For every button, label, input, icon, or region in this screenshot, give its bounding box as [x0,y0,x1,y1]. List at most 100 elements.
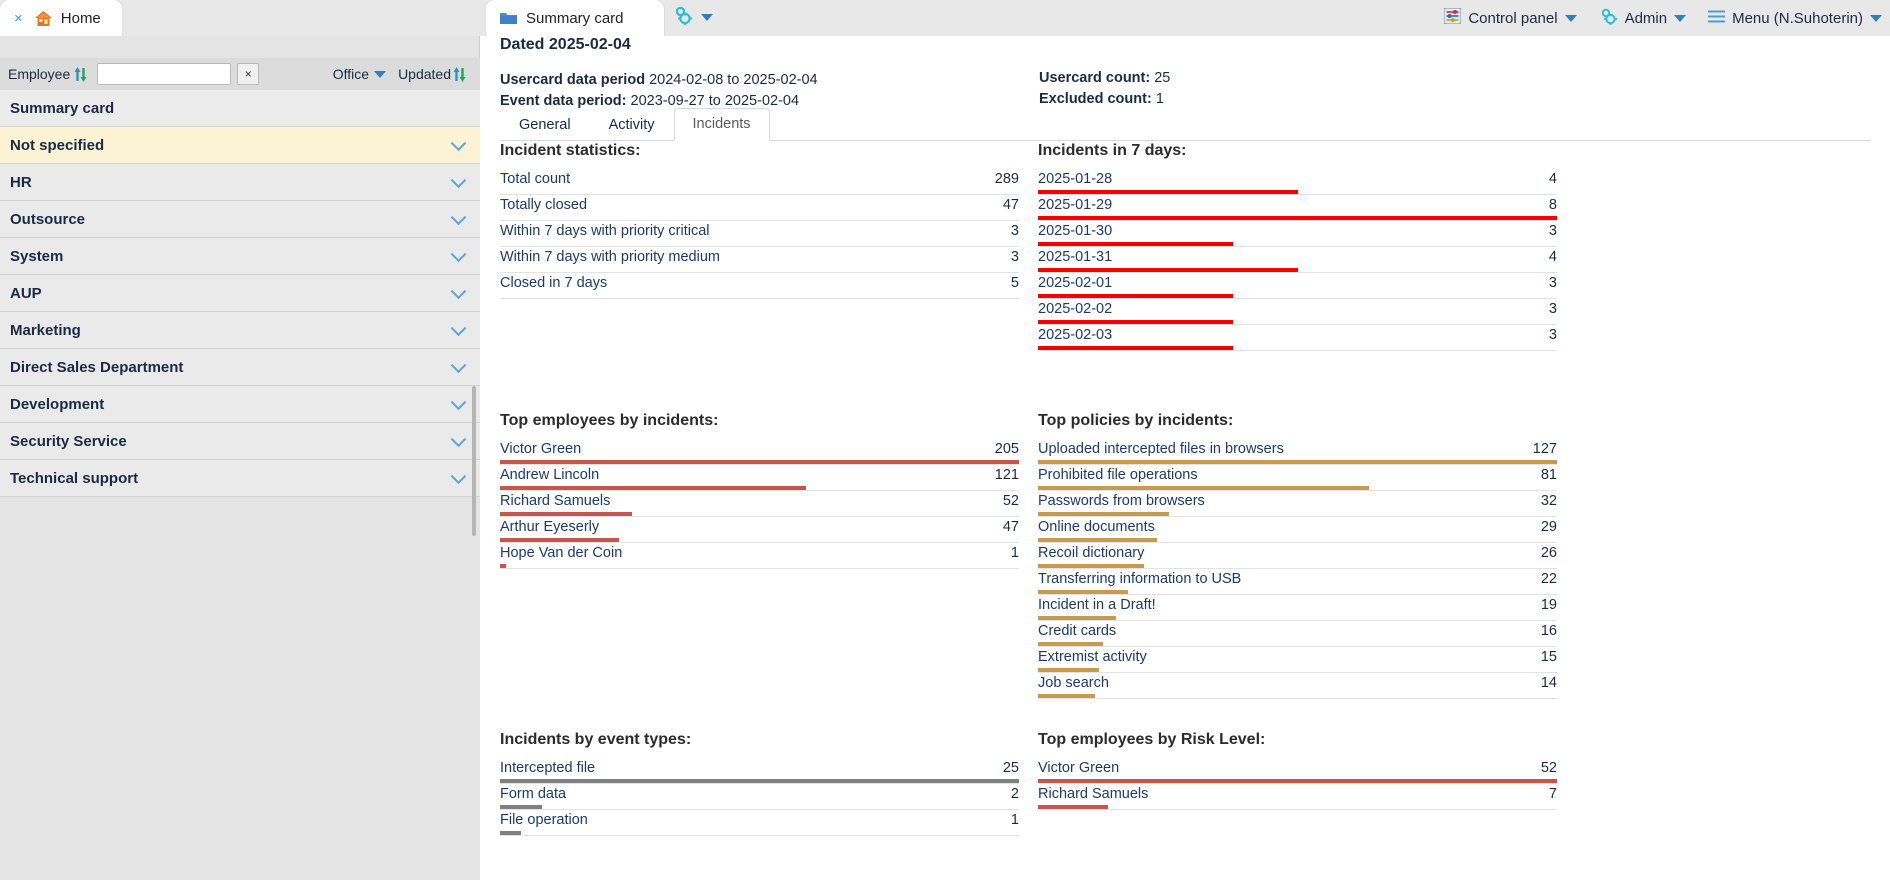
list-item[interactable]: Hope Van der Coin1 [500,543,1019,564]
excluded-count-value: 1 [1156,91,1164,107]
tab-settings-dropdown[interactable] [672,5,713,29]
list-item[interactable]: Richard Samuels7 [1038,784,1557,805]
updated-sort-control[interactable]: Updated [398,66,470,82]
list-item[interactable]: Victor Green205 [500,439,1019,460]
list-item[interactable]: Closed in 7 days5 [500,273,1019,294]
list-item[interactable]: Totally closed47 [500,195,1019,216]
sidebar-item-marketing[interactable]: Marketing [0,312,480,349]
list-item[interactable]: Prohibited file operations81 [1038,465,1557,486]
list-item[interactable]: Recoil dictionary26 [1038,543,1557,564]
chevron-down-icon[interactable] [1565,15,1577,22]
list-item[interactable]: Within 7 days with priority medium3 [500,247,1019,268]
sidebar-item-security-service[interactable]: Security Service [0,423,480,460]
list-item[interactable]: File operation1 [500,810,1019,831]
chart-bar [500,831,521,835]
chart-row: Andrew Lincoln121 [500,465,1019,491]
sidebar-item-summary-card[interactable]: Summary card [0,90,480,127]
list-item[interactable]: Victor Green52 [1038,758,1557,779]
chart-row: Victor Green205 [500,439,1019,465]
employee-search-input[interactable] [97,63,231,85]
sidebar-filter-bar: Employee × Office Updated [0,58,480,90]
browser-tab-summary-card[interactable]: Summary card [486,0,664,36]
chevron-down-icon[interactable] [451,395,467,411]
panel-incident-statistics: Incident statistics:Total count289Totall… [500,142,1019,351]
list-item[interactable]: Job search14 [1038,673,1557,694]
chart-row-label: Extremist activity [1038,649,1147,665]
list-item[interactable]: 2025-02-033 [1038,325,1557,346]
sidebar-item-system[interactable]: System [0,238,480,275]
user-menu[interactable]: Menu (N.Suhoterin) [1708,10,1882,27]
chevron-down-icon[interactable] [451,358,467,374]
admin-menu[interactable]: Admin [1599,7,1687,29]
chart-bar-track [1038,512,1557,516]
chart-bar-track [500,268,1019,272]
chart-row-label: Recoil dictionary [1038,545,1144,561]
panel-incidents-by-event-types: Incidents by event types:Intercepted fil… [500,731,1019,836]
list-item[interactable]: Arthur Eyeserly47 [500,517,1019,538]
list-item[interactable]: 2025-01-314 [1038,247,1557,268]
browser-tab-home[interactable]: × Home [0,0,122,36]
list-item[interactable]: Richard Samuels52 [500,491,1019,512]
chevron-down-icon[interactable] [451,469,467,485]
office-filter-dropdown[interactable]: Office [333,66,386,82]
chart-row-value: 52 [1529,760,1557,776]
chart-row: Totally closed47 [500,195,1019,221]
sidebar-scrollbar[interactable] [472,386,476,536]
sidebar-item-development[interactable]: Development [0,386,480,423]
chevron-down-icon[interactable] [451,284,467,300]
chevron-down-icon[interactable] [451,173,467,189]
list-item[interactable]: 2025-01-284 [1038,169,1557,190]
chart-row-value: 19 [1529,597,1557,613]
control-panel-menu[interactable]: Control panel [1444,8,1576,28]
sidebar-item-outsource[interactable]: Outsource [0,201,480,238]
chart-row-label: 2025-02-01 [1038,275,1112,291]
sidebar-empty-area [0,497,480,880]
folder-icon [500,11,517,25]
chart-bar [1038,668,1099,672]
chart-row: Victor Green52 [1038,758,1557,784]
sidebar-item-label: AUP [10,285,42,302]
chevron-down-icon[interactable] [1674,15,1686,22]
sidebar-item-aup[interactable]: AUP [0,275,480,312]
sidebar-item-hr[interactable]: HR [0,164,480,201]
list-item[interactable]: Total count289 [500,169,1019,190]
chevron-down-icon[interactable] [701,14,713,21]
sidebar-item-label: Summary card [10,100,114,117]
sort-updown-icon[interactable] [453,67,466,82]
chart-row: Online documents29 [1038,517,1557,543]
chart-row-value: 47 [991,519,1019,535]
list-item[interactable]: 2025-01-303 [1038,221,1557,242]
close-icon[interactable]: × [14,11,23,26]
list-item[interactable]: Incident in a Draft!19 [1038,595,1557,616]
list-item[interactable]: Intercepted file25 [500,758,1019,779]
chevron-down-icon[interactable] [451,136,467,152]
chevron-down-icon[interactable] [1870,15,1882,22]
sidebar-item-technical-support[interactable]: Technical support [0,460,480,497]
list-item[interactable]: Form data2 [500,784,1019,805]
clear-search-button[interactable]: × [237,63,259,85]
list-item[interactable]: 2025-01-298 [1038,195,1557,216]
list-item[interactable]: Credit cards16 [1038,621,1557,642]
list-item[interactable]: Within 7 days with priority critical3 [500,221,1019,242]
sidebar-item-direct-sales-department[interactable]: Direct Sales Department [0,349,480,386]
chevron-down-icon[interactable] [451,247,467,263]
list-item[interactable]: Transferring information to USB22 [1038,569,1557,590]
chevron-down-icon[interactable] [451,210,467,226]
panel-title: Top employees by incidents: [500,412,1019,430]
list-item[interactable]: Extremist activity15 [1038,647,1557,668]
chart-row-label: 2025-01-31 [1038,249,1112,265]
list-item[interactable]: Passwords from browsers32 [1038,491,1557,512]
tab-incidents[interactable]: Incidents [674,108,770,141]
sidebar-item-not-specified[interactable]: Not specified [0,127,480,164]
list-item[interactable]: 2025-02-023 [1038,299,1557,320]
list-item[interactable]: Andrew Lincoln121 [500,465,1019,486]
chevron-down-icon[interactable] [451,432,467,448]
list-item[interactable]: 2025-02-013 [1038,273,1557,294]
tab-activity[interactable]: Activity [590,109,674,141]
sort-updown-icon[interactable] [74,67,87,82]
list-item[interactable]: Online documents29 [1038,517,1557,538]
tab-general[interactable]: General [500,109,590,141]
chevron-down-icon[interactable] [451,321,467,337]
chevron-down-icon[interactable] [374,71,386,78]
list-item[interactable]: Uploaded intercepted files in browsers12… [1038,439,1557,460]
